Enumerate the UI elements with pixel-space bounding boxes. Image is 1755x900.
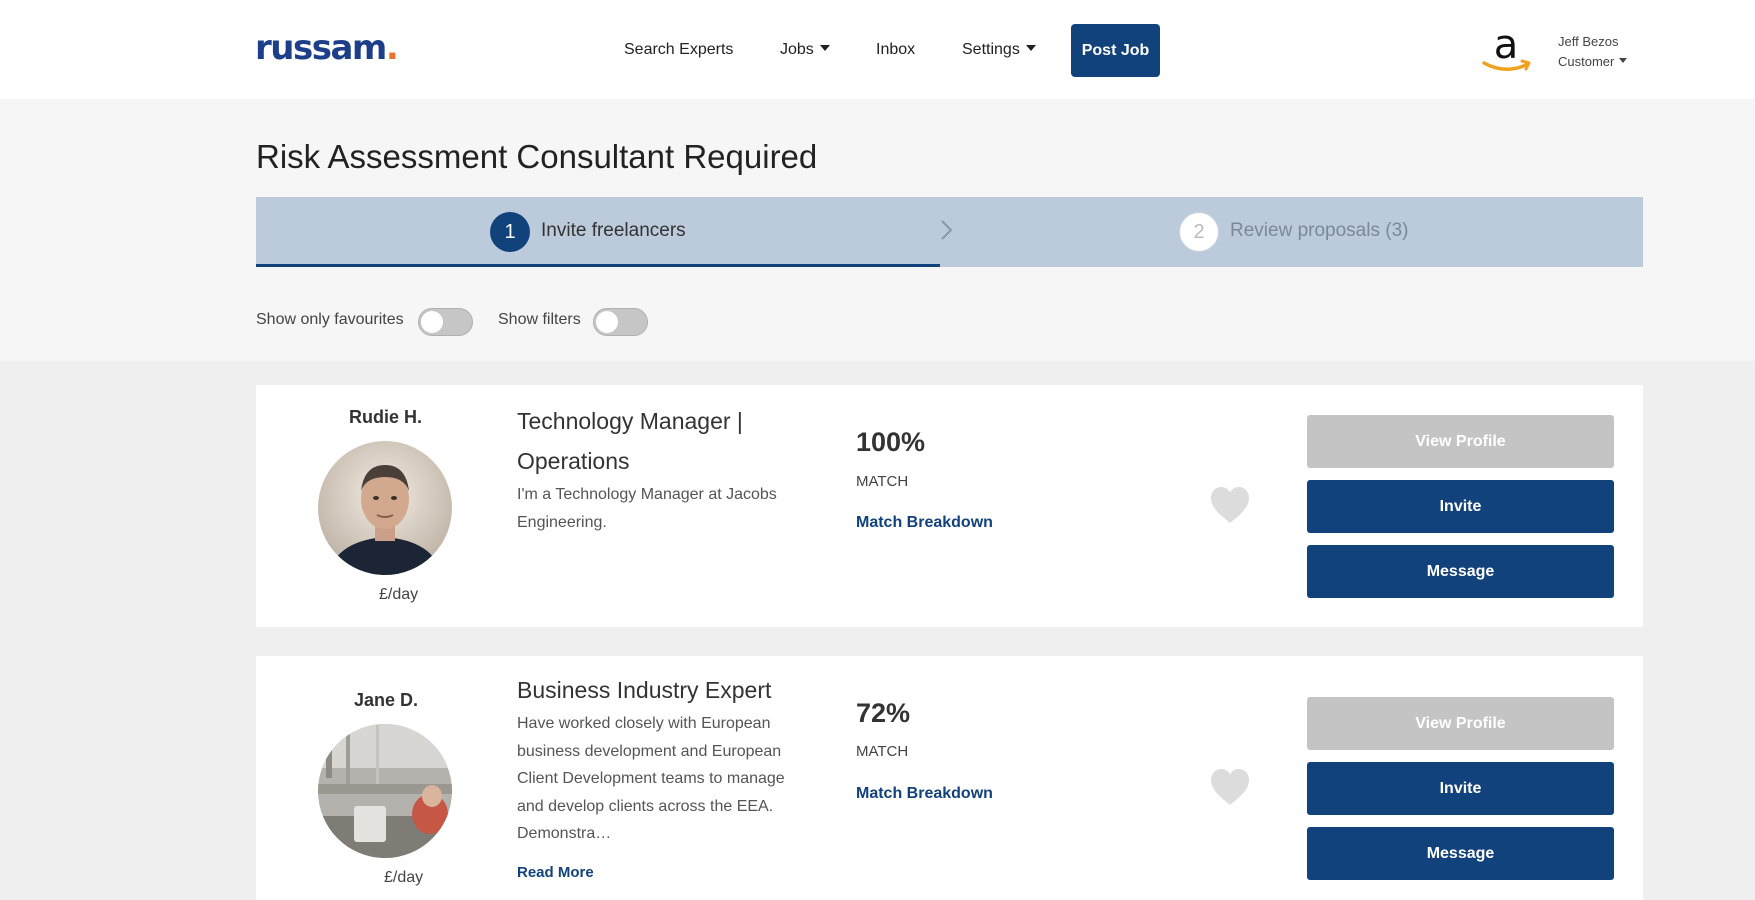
avatar-photo: [318, 441, 452, 575]
nav-jobs-label: Jobs: [780, 41, 814, 58]
freelancer-headline: Business Industry Expert: [517, 677, 772, 703]
favourites-toggle[interactable]: [418, 308, 473, 336]
read-more-link[interactable]: Read More: [517, 864, 594, 881]
freelancer-name[interactable]: Rudie H.: [349, 407, 422, 428]
freelancer-description: Have worked closely with European busine…: [517, 715, 785, 842]
nav-jobs-dropdown[interactable]: Jobs: [780, 24, 830, 76]
favourite-heart-icon[interactable]: [1209, 486, 1251, 524]
day-rate: £/day: [384, 869, 424, 886]
nav-inbox[interactable]: Inbox: [876, 24, 915, 76]
page-title: Risk Assessment Consultant Required: [256, 138, 818, 175]
user-role-label: Customer: [1558, 54, 1615, 69]
nav-search-experts-label: Search Experts: [624, 41, 734, 58]
caret-down-icon: [1619, 58, 1628, 64]
russam-logo[interactable]: russam.: [255, 28, 399, 68]
view-profile-button[interactable]: View Profile: [1307, 415, 1614, 468]
freelancer-avatar[interactable]: [318, 441, 452, 575]
match-breakdown-link[interactable]: Match Breakdown: [856, 514, 993, 532]
match-label: MATCH: [856, 473, 909, 490]
filters-toggle[interactable]: [593, 308, 648, 336]
nav-inbox-label: Inbox: [876, 41, 916, 58]
freelancer-name[interactable]: Jane D.: [354, 690, 418, 711]
nav-search-experts[interactable]: Search Experts: [624, 24, 733, 76]
step-2-number[interactable]: 2: [1179, 212, 1219, 252]
nav-settings-dropdown[interactable]: Settings: [962, 24, 1036, 76]
caret-down-icon: [1025, 44, 1036, 51]
user-name: Jeff Bezos: [1558, 34, 1619, 49]
avatar-photo: [318, 724, 452, 858]
invite-button[interactable]: Invite: [1307, 762, 1614, 815]
match-breakdown-link[interactable]: Match Breakdown: [856, 785, 993, 803]
step-review-proposals[interactable]: Review proposals (3): [1230, 220, 1408, 242]
caret-down-icon: [819, 44, 830, 51]
chevron-right-icon: [941, 220, 953, 240]
step-invite-freelancers[interactable]: Invite freelancers: [541, 220, 686, 242]
filters-toggle-label: Show filters: [498, 311, 581, 328]
message-button[interactable]: Message: [1307, 827, 1614, 880]
match-percentage: 100%: [856, 427, 926, 457]
amazon-logo[interactable]: a: [1478, 27, 1534, 77]
nav-settings-label: Settings: [962, 41, 1020, 58]
freelancer-avatar[interactable]: [318, 724, 452, 858]
match-percentage: 72%: [856, 698, 911, 728]
invite-button[interactable]: Invite: [1307, 480, 1614, 533]
user-menu-dropdown[interactable]: Customer: [1558, 54, 1628, 69]
favourite-heart-icon[interactable]: [1209, 768, 1251, 806]
message-button[interactable]: Message: [1307, 545, 1614, 598]
logo-dot: .: [385, 28, 399, 68]
favourites-toggle-label: Show only favourites: [256, 311, 404, 328]
day-rate: £/day: [379, 586, 419, 603]
logo-text: russam: [255, 28, 387, 68]
amazon-logo-letter: a: [1494, 27, 1519, 68]
view-profile-button[interactable]: View Profile: [1307, 697, 1614, 750]
freelancer-headline: Technology Manager | Operations: [517, 408, 743, 474]
match-label: MATCH: [856, 743, 909, 760]
toggle-knob: [421, 311, 443, 333]
post-job-button[interactable]: Post Job: [1071, 24, 1160, 77]
freelancer-description: I'm a Technology Manager at Jacobs Engin…: [517, 486, 777, 531]
toggle-knob: [596, 311, 618, 333]
freelancer-card: Jane D. £/day Business Industry Expert H…: [256, 656, 1643, 900]
top-navbar: russam. Search Experts Jobs Inbox Settin…: [0, 0, 1755, 99]
freelancer-card: Rudie H. £/day Technology Manager | Oper…: [256, 385, 1643, 627]
step-1-number[interactable]: 1: [490, 212, 530, 252]
active-step-indicator: [256, 264, 940, 267]
